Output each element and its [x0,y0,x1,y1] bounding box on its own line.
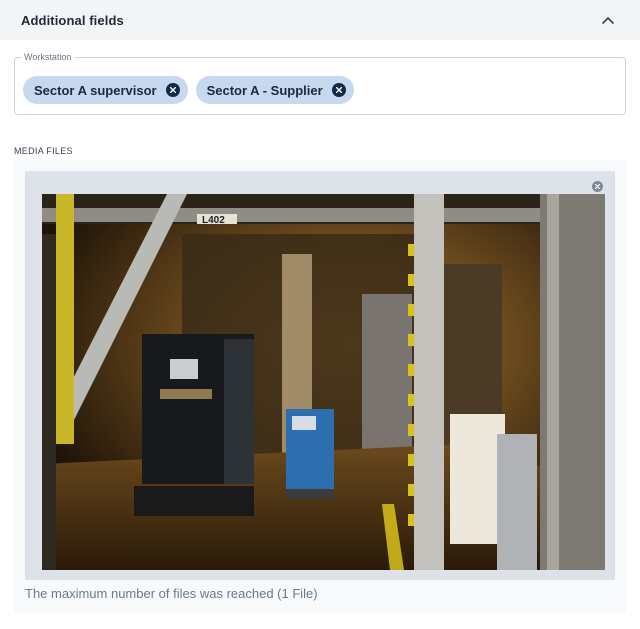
workstation-field[interactable]: Workstation Sector A supervisor Sector A… [14,52,626,115]
media-file-image[interactable]: L402 [42,194,605,570]
workstation-label: Workstation [21,52,75,63]
chip-sector-a-supplier[interactable]: Sector A - Supplier [195,76,354,104]
workstation-chips: Sector A supervisor Sector A - Supplier [23,76,354,104]
file-limit-message: The maximum number of files was reached … [25,586,318,601]
chip-sector-a-supervisor[interactable]: Sector A supervisor [23,76,188,104]
media-files-label: MEDIA FILES [14,146,73,156]
additional-fields-header[interactable]: Additional fields [0,0,640,40]
close-circle-icon[interactable] [331,83,346,97]
chip-label: Sector A supervisor [34,82,157,98]
close-circle-icon[interactable] [165,83,180,97]
section-title: Additional fields [21,12,124,28]
close-circle-icon[interactable] [592,181,603,192]
chevron-up-icon[interactable] [600,12,616,28]
chip-label: Sector A - Supplier [206,82,323,98]
photo-sign-text: L402 [202,215,225,226]
